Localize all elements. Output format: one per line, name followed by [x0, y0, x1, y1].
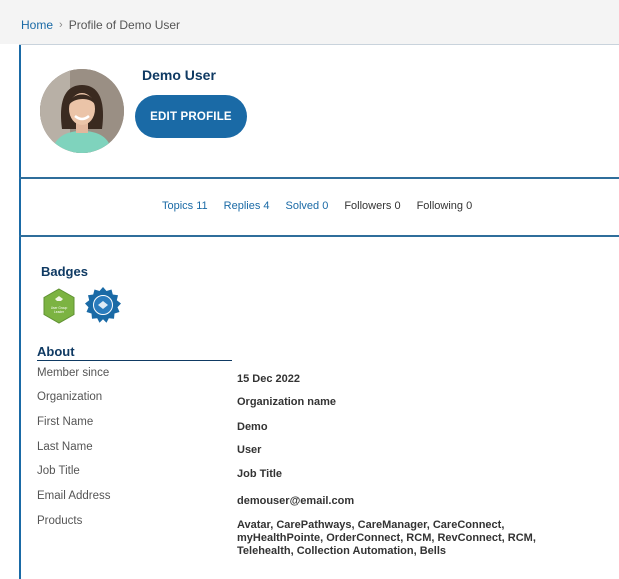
badges-heading: Badges	[41, 264, 88, 279]
avatar-photo-icon	[40, 69, 124, 153]
profile-stats: Topics 11 Replies 4 Solved 0 Followers 0…	[162, 200, 472, 212]
breadcrumb-home-link[interactable]: Home	[21, 18, 53, 32]
stat-replies[interactable]: Replies 4	[224, 200, 270, 212]
about-value-last-name: User	[237, 444, 262, 456]
about-label-first-name: First Name	[37, 416, 94, 428]
about-label-email: Email Address	[37, 490, 111, 502]
about-value-job-title: Job Title	[237, 468, 283, 480]
edit-profile-button[interactable]: EDIT PROFILE	[135, 95, 247, 138]
stat-following[interactable]: Following 0	[417, 200, 473, 212]
about-label-member-since: Member since	[37, 367, 110, 379]
about-value-products: Avatar, CarePathways, CareManager, CareC…	[237, 519, 536, 557]
breadcrumb-separator: ›	[59, 19, 63, 31]
stat-followers[interactable]: Followers 0	[344, 200, 400, 212]
hexagon-badge-icon[interactable]: User Group Leader	[43, 288, 75, 324]
breadcrumb: Home › Profile of Demo User	[21, 18, 180, 32]
header-divider	[19, 177, 619, 179]
breadcrumb-bar: Home › Profile of Demo User	[0, 0, 619, 44]
about-value-first-name: Demo	[237, 421, 268, 433]
stat-solved[interactable]: Solved 0	[286, 200, 329, 212]
breadcrumb-current: Profile of Demo User	[68, 18, 181, 32]
about-label-organization: Organization	[37, 391, 103, 403]
profile-panel-left-border	[19, 44, 21, 579]
badge-label: Leader	[54, 310, 65, 314]
avatar	[40, 69, 124, 153]
about-label-last-name: Last Name	[37, 441, 93, 453]
profile-panel-top-border	[19, 44, 619, 45]
profile-name: Demo User	[142, 67, 216, 83]
about-label-job-title: Job Title	[37, 465, 80, 477]
about-label-products: Products	[37, 515, 83, 527]
stat-topics[interactable]: Topics 11	[162, 200, 208, 212]
rosette-badge-icon[interactable]	[84, 286, 122, 324]
stats-divider	[19, 235, 619, 237]
about-underline	[37, 360, 232, 361]
about-value-member-since: 15 Dec 2022	[237, 373, 300, 385]
about-value-email[interactable]: demouser@email.com	[237, 495, 354, 508]
about-heading: About	[37, 344, 75, 359]
about-value-organization: Organization name	[237, 396, 337, 408]
